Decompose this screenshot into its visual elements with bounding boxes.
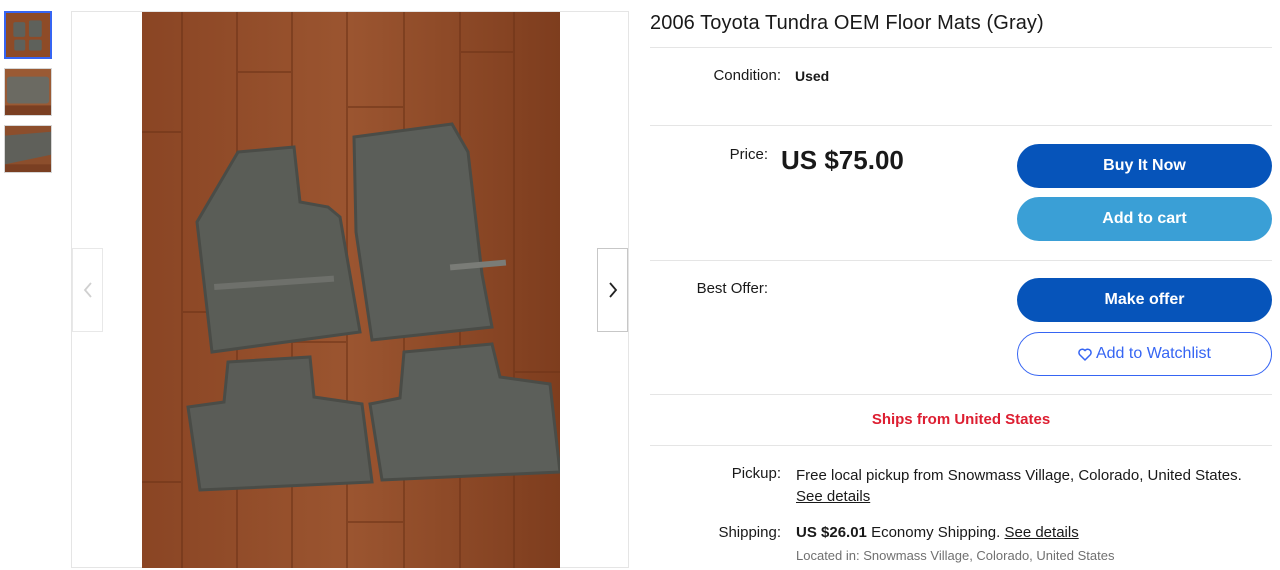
condition-label: Condition: <box>713 67 781 84</box>
divider <box>650 394 1272 395</box>
watchlist-label: Add to Watchlist <box>1095 345 1211 362</box>
make-offer-button[interactable]: Make offer <box>1017 278 1272 322</box>
thumbnail-2[interactable] <box>4 68 52 116</box>
shipping-cost: US $26.01 <box>796 524 867 541</box>
chevron-left-icon <box>83 282 92 298</box>
thumbnail-3[interactable] <box>4 125 52 173</box>
best-offer-label: Best Offer: <box>696 280 768 297</box>
main-product-photo[interactable] <box>142 12 560 568</box>
pickup-details: Free local pickup from Snowmass Village,… <box>796 465 1266 507</box>
thumbnail-1[interactable] <box>4 11 52 59</box>
listing-info: 2006 Toyota Tundra OEM Floor Mats (Gray) <box>650 0 1272 48</box>
divider <box>650 260 1272 261</box>
ships-from-notice: Ships from United States <box>871 411 1051 428</box>
price-value: US $75.00 <box>781 145 904 175</box>
next-image-button[interactable] <box>597 248 628 332</box>
buy-it-now-button[interactable]: Buy It Now <box>1017 144 1272 188</box>
price-label: Price: <box>729 146 768 163</box>
shipping-details: US $26.01 Economy Shipping. See details <box>796 524 1079 541</box>
image-gallery <box>71 11 629 568</box>
pickup-text: Free local pickup from Snowmass Village,… <box>796 467 1242 484</box>
divider <box>650 445 1272 446</box>
condition-value: Used <box>795 68 830 84</box>
previous-image-button[interactable] <box>72 248 103 332</box>
add-to-watchlist-button[interactable]: Add to Watchlist <box>1017 332 1272 376</box>
shipping-see-details-link[interactable]: See details <box>1004 524 1078 541</box>
pickup-see-details-link[interactable]: See details <box>796 488 870 505</box>
item-location: Located in: Snowmass Village, Colorado, … <box>796 548 1115 563</box>
thumbnail-strip <box>4 11 54 182</box>
listing-title: 2006 Toyota Tundra OEM Floor Mats (Gray) <box>650 0 1272 48</box>
heart-icon <box>1078 348 1092 361</box>
chevron-right-icon <box>608 282 617 298</box>
add-to-cart-button[interactable]: Add to cart <box>1017 197 1272 241</box>
shipping-label: Shipping: <box>718 524 781 541</box>
pickup-label: Pickup: <box>731 465 781 482</box>
divider <box>650 125 1272 126</box>
shipping-method: Economy Shipping. <box>871 524 1001 541</box>
